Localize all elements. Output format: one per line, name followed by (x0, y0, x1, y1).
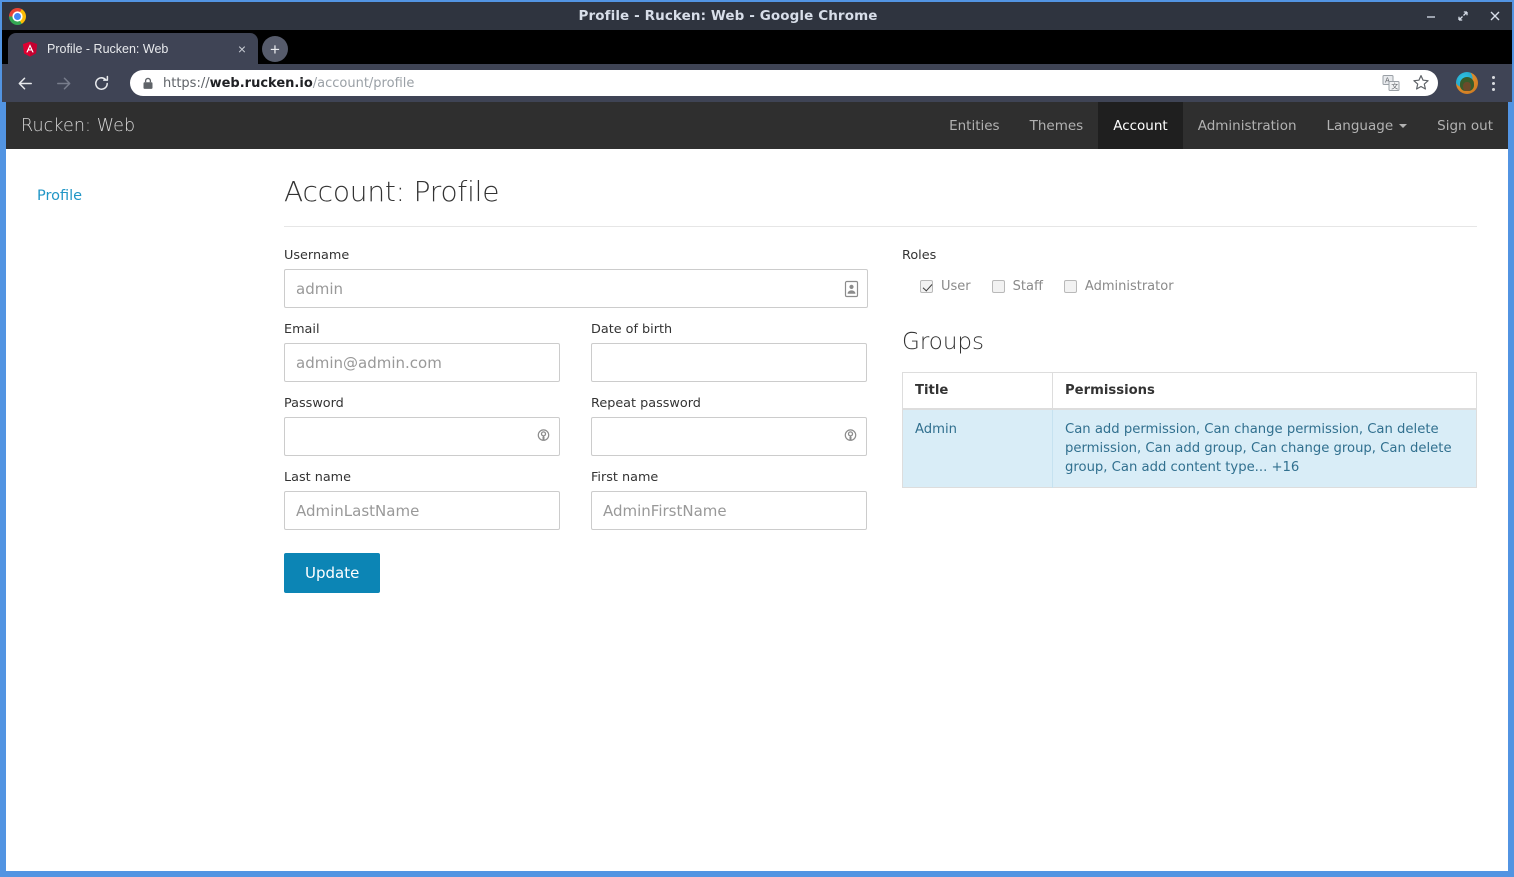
reload-button[interactable] (86, 68, 116, 98)
angular-favicon (22, 41, 38, 57)
nav-item-language[interactable]: Language (1312, 102, 1423, 149)
back-button[interactable] (10, 68, 40, 98)
url-path: /account/profile (313, 76, 415, 91)
page-body: Profile Account: Profile Username (6, 149, 1508, 593)
tab-close-icon[interactable]: × (234, 41, 250, 57)
role-checkbox-staff[interactable]: Staff (992, 279, 1043, 294)
label-password: Password (284, 396, 560, 411)
svg-text:文: 文 (1391, 82, 1398, 91)
roles-label: Roles (902, 248, 1477, 263)
label-username: Username (284, 248, 868, 263)
browser-tab[interactable]: Profile - Rucken: Web × (8, 33, 258, 64)
username-input[interactable] (284, 269, 868, 308)
label-repeat-password: Repeat password (591, 396, 867, 411)
checkbox-icon[interactable] (992, 280, 1005, 293)
profile-form: Username (284, 248, 868, 593)
app-navbar: Rucken: Web Entities Themes Account Admi… (6, 102, 1508, 149)
cell-permissions: Can add permission, Can change permissio… (1053, 409, 1477, 488)
nav-label: Sign out (1437, 118, 1493, 134)
checkbox-icon[interactable] (1064, 280, 1077, 293)
cell-title: Admin (903, 409, 1053, 488)
column-header-title: Title (903, 373, 1053, 410)
app-brand[interactable]: Rucken: Web (6, 102, 135, 149)
nav-label: Entities (949, 118, 1000, 134)
page-title: Account: Profile (284, 175, 1477, 226)
chevron-down-icon (1399, 124, 1407, 128)
field-email: Email (284, 322, 560, 382)
sidebar: Profile (6, 149, 284, 593)
email-input[interactable] (284, 343, 560, 382)
nav-item-themes[interactable]: Themes (1015, 102, 1099, 149)
label-first-name: First name (591, 470, 867, 485)
lock-icon (142, 77, 154, 90)
nav-item-entities[interactable]: Entities (934, 102, 1015, 149)
label-email: Email (284, 322, 560, 337)
tab-title: Profile - Rucken: Web (47, 42, 234, 56)
roles-checkbox-group: User Staff Administrator (902, 279, 1477, 294)
nav-label: Language (1327, 118, 1394, 134)
repeat-password-input[interactable] (591, 417, 867, 456)
window-titlebar: Profile - Rucken: Web - Google Chrome (2, 2, 1512, 30)
nav-label: Themes (1030, 118, 1084, 134)
roles-and-groups: Roles User Staff (902, 248, 1477, 593)
field-last-name: Last name (284, 470, 560, 530)
page-viewport: Rucken: Web Entities Themes Account Admi… (6, 102, 1508, 871)
groups-title: Groups (902, 329, 1477, 355)
field-username: Username (284, 248, 868, 308)
new-tab-button[interactable]: + (262, 36, 288, 62)
label-date-of-birth: Date of birth (591, 322, 867, 337)
url-scheme: https:// (163, 76, 210, 91)
table-row[interactable]: Admin Can add permission, Can change per… (903, 409, 1477, 488)
groups-table: Title Permissions Admin Can add permissi… (902, 372, 1477, 488)
main-content: Account: Profile Username (284, 149, 1508, 593)
profile-avatar[interactable] (1456, 72, 1478, 94)
translate-icon[interactable]: A 文 (1382, 74, 1400, 92)
close-icon[interactable] (1488, 9, 1502, 23)
nav-label: Administration (1198, 118, 1297, 134)
field-date-of-birth: Date of birth (591, 322, 867, 382)
url-host: web.rucken.io (210, 76, 313, 91)
last-name-input[interactable] (284, 491, 560, 530)
url-text: https://web.rucken.io/account/profile (163, 76, 414, 91)
window-title: Profile - Rucken: Web - Google Chrome (32, 8, 1424, 24)
role-checkbox-user[interactable]: User (920, 279, 971, 294)
tab-strip: Profile - Rucken: Web × + (2, 30, 1512, 64)
role-label: Staff (1013, 279, 1043, 294)
table-header-row: Title Permissions (903, 373, 1477, 410)
role-label: User (941, 279, 971, 294)
address-bar[interactable]: https://web.rucken.io/account/profile A … (130, 70, 1438, 96)
checkbox-icon[interactable] (920, 280, 933, 293)
browser-toolbar: https://web.rucken.io/account/profile A … (2, 64, 1512, 102)
date-of-birth-input[interactable] (591, 343, 867, 382)
password-input[interactable] (284, 417, 560, 456)
role-checkbox-administrator[interactable]: Administrator (1064, 279, 1174, 294)
forward-button[interactable] (48, 68, 78, 98)
title-divider (284, 226, 1477, 227)
screen: Profile - Rucken: Web - Google Chrome (0, 0, 1514, 877)
window-controls (1424, 9, 1512, 23)
nav-label: Account (1113, 118, 1168, 134)
nav-item-account[interactable]: Account (1098, 102, 1183, 149)
maximize-icon[interactable] (1456, 9, 1470, 23)
field-repeat-password: Repeat password (591, 396, 867, 456)
field-password: Password (284, 396, 560, 456)
three-dots-menu-icon[interactable] (1484, 72, 1502, 94)
chrome-logo-icon (2, 2, 32, 30)
update-button[interactable]: Update (284, 553, 380, 593)
nav-item-sign-out[interactable]: Sign out (1422, 102, 1508, 149)
star-icon[interactable] (1412, 74, 1430, 92)
column-header-permissions: Permissions (1053, 373, 1477, 410)
nav-item-administration[interactable]: Administration (1183, 102, 1312, 149)
minimize-icon[interactable] (1424, 9, 1438, 23)
label-last-name: Last name (284, 470, 560, 485)
role-label: Administrator (1085, 279, 1174, 294)
first-name-input[interactable] (591, 491, 867, 530)
field-first-name: First name (591, 470, 867, 530)
sidebar-item-profile[interactable]: Profile (37, 188, 82, 204)
